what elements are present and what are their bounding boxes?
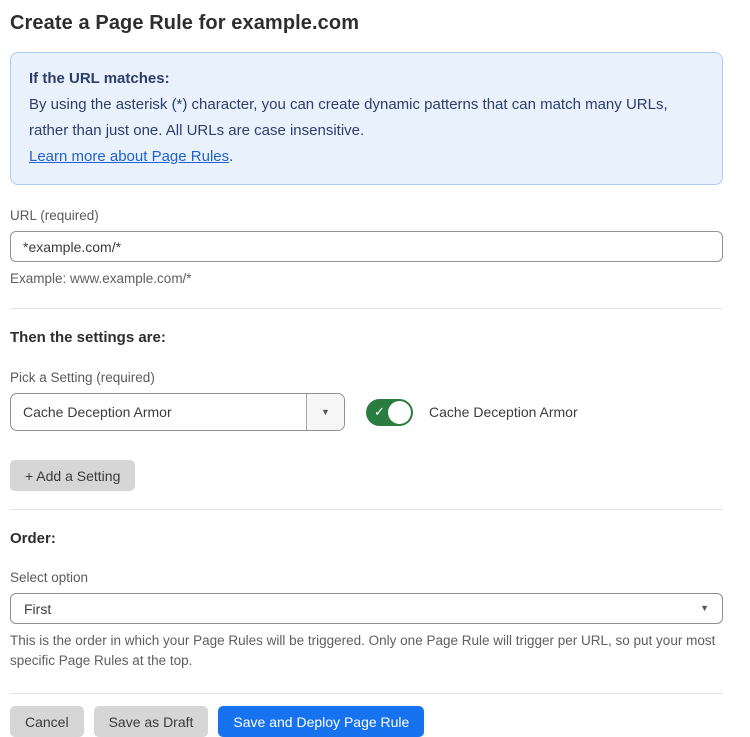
toggle-knob: [388, 401, 411, 424]
create-page-rule-form: Create a Page Rule for example.com If th…: [10, 0, 723, 737]
divider: [10, 308, 723, 309]
url-input[interactable]: [10, 231, 723, 262]
chevron-down-icon: ▼: [321, 408, 330, 417]
save-as-draft-button[interactable]: Save as Draft: [94, 706, 209, 737]
url-match-info-box: If the URL matches: By using the asteris…: [10, 52, 723, 185]
setting-toggle-wrap: ✓ Cache Deception Armor: [366, 399, 578, 426]
form-actions: Cancel Save as Draft Save and Deploy Pag…: [10, 706, 723, 737]
info-box-heading: If the URL matches:: [29, 66, 704, 92]
info-box-link-line: Learn more about Page Rules.: [29, 144, 704, 170]
chevron-down-icon: ▼: [700, 604, 709, 613]
order-select-value: First: [24, 601, 700, 617]
info-box-body: By using the asterisk (*) character, you…: [29, 92, 704, 144]
check-icon: ✓: [374, 404, 385, 420]
order-section-heading: Order:: [10, 530, 723, 547]
url-field-helper: Example: www.example.com/*: [10, 269, 723, 289]
link-suffix: .: [229, 148, 233, 165]
setting-select[interactable]: Cache Deception Armor ▼: [10, 393, 345, 431]
divider: [10, 693, 723, 694]
order-select-label: Select option: [10, 570, 723, 585]
setting-select-value: Cache Deception Armor: [11, 394, 306, 430]
settings-section-heading: Then the settings are:: [10, 329, 723, 346]
cancel-button[interactable]: Cancel: [10, 706, 84, 737]
cache-deception-armor-toggle[interactable]: ✓: [366, 399, 413, 426]
divider: [10, 509, 723, 510]
toggle-label: Cache Deception Armor: [429, 404, 578, 420]
add-setting-button[interactable]: + Add a Setting: [10, 460, 135, 491]
page-title: Create a Page Rule for example.com: [10, 12, 723, 35]
setting-row: Cache Deception Armor ▼ ✓ Cache Deceptio…: [10, 393, 723, 431]
setting-picker-label: Pick a Setting (required): [10, 370, 723, 385]
setting-select-arrow-button[interactable]: ▼: [306, 394, 344, 430]
learn-more-link[interactable]: Learn more about Page Rules: [29, 148, 229, 165]
order-select[interactable]: First ▼: [10, 593, 723, 624]
url-field-label: URL (required): [10, 208, 723, 223]
save-and-deploy-button[interactable]: Save and Deploy Page Rule: [218, 706, 424, 737]
order-helper-text: This is the order in which your Page Rul…: [10, 631, 723, 671]
